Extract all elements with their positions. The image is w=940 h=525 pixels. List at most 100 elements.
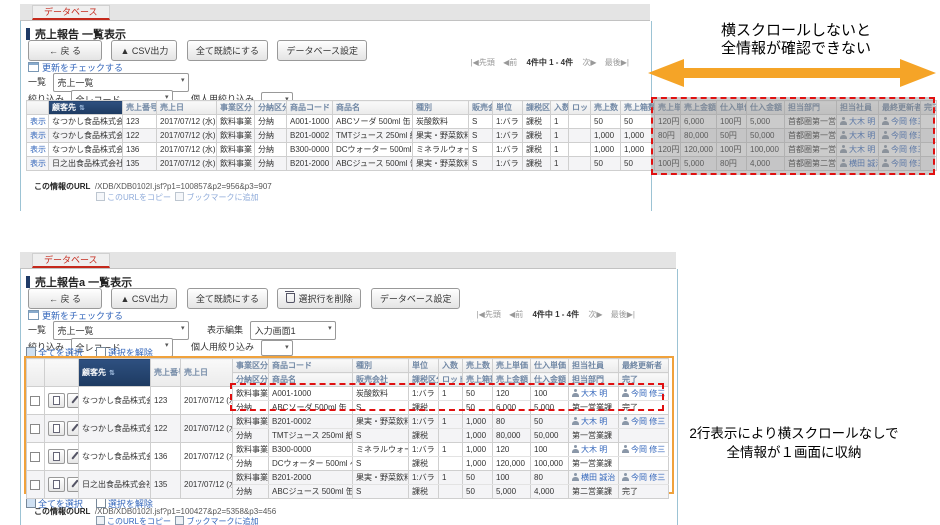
back-button[interactable]: ← 戻 る <box>28 40 102 61</box>
column-header: 入数 <box>551 101 569 115</box>
table-cell: 1 <box>551 115 569 129</box>
table-cell: ABCソーダ 500ml 缶 <box>333 115 413 129</box>
select-cell <box>27 415 45 443</box>
table-cell: S <box>353 401 409 415</box>
url-label-bottom: この情報のURL <box>34 507 90 516</box>
column-header: 担当社員 <box>569 359 619 373</box>
row-checkbox[interactable] <box>30 396 40 406</box>
person-icon <box>572 389 579 397</box>
back-arrow-icon-bottom: ← <box>49 294 58 304</box>
back-button-bottom[interactable]: ← 戻 る <box>28 288 102 309</box>
first-page-button[interactable]: |◀先頭 <box>471 58 495 67</box>
view-record-button[interactable] <box>48 421 65 436</box>
actions-column-header <box>45 359 79 387</box>
record-url-bottom: /XDB/XDB0102I.jsf?p1=100427&p2=5358&p3=4… <box>95 507 276 516</box>
column-header: 種別 <box>413 101 469 115</box>
column-header: 売上数 <box>591 101 621 115</box>
next-page-icon: ▶ <box>590 58 596 67</box>
table-cell: 2017/07/12 (水) <box>181 471 233 499</box>
check-updates-link-bottom[interactable]: 更新をチェックする <box>42 311 123 321</box>
next-page-button-bottom[interactable]: 次▶ <box>588 310 602 319</box>
table-cell <box>439 401 463 415</box>
bookmark-link-bottom[interactable]: ブックマークに追加 <box>186 517 258 525</box>
bookmark-link[interactable]: ブックマークに追加 <box>186 193 258 202</box>
view-cell: 表示 <box>27 115 49 129</box>
table-cell: 1 <box>439 471 463 485</box>
table-cell: 123 <box>151 387 181 415</box>
column-header: 単位 <box>409 359 439 373</box>
table-cell: 6,000 <box>493 401 531 415</box>
prev-page-button[interactable]: ◀前 <box>503 58 517 67</box>
user-link[interactable]: 大木 明 <box>581 445 607 454</box>
csv-export-button[interactable]: ▲ CSV出力 <box>111 40 177 61</box>
mark-all-read-button[interactable]: 全て既読にする <box>187 40 268 61</box>
row-checkbox[interactable] <box>30 452 40 462</box>
column-header[interactable]: 顧客先⇅ <box>49 101 123 115</box>
table-cell: 今岡 修三 <box>619 387 669 401</box>
column-header: 商品名 <box>333 101 413 115</box>
table-cell: 分納 <box>255 157 287 171</box>
edit-record-button[interactable] <box>67 393 79 408</box>
view-record-button[interactable] <box>48 449 65 464</box>
table-cell: 50,000 <box>531 429 569 443</box>
user-link[interactable]: 横田 誠治 <box>581 473 615 482</box>
user-link[interactable]: 大木 明 <box>581 389 607 398</box>
csv-export-button-bottom[interactable]: ▲ CSV出力 <box>111 288 177 309</box>
mark-all-read-button-bottom[interactable]: 全て既読にする <box>187 288 268 309</box>
next-page-button[interactable]: 次▶ <box>582 58 596 67</box>
table-cell: DCウォーター 500ml ペット <box>269 457 353 471</box>
row-checkbox[interactable] <box>30 480 40 490</box>
table-cell <box>439 457 463 471</box>
table-cell: 1:バラ <box>409 471 439 485</box>
edit-record-button[interactable] <box>67 449 79 464</box>
select-cell <box>27 387 45 415</box>
user-link[interactable]: 大木 明 <box>581 417 607 426</box>
last-page-button-bottom[interactable]: 最後▶| <box>611 310 635 319</box>
tab-database-bottom[interactable]: データベース <box>32 253 110 268</box>
delete-selected-rows-button[interactable]: 選択行を削除 <box>277 288 361 309</box>
record-line-1: なつかし食品株式会社1222017/07/12 (水)飲料事業B201-0002… <box>27 415 669 429</box>
table-cell: 第一営業課 <box>569 457 619 471</box>
view-link[interactable]: 表示 <box>30 159 46 168</box>
column-header: 売上金額 <box>493 373 531 387</box>
prev-page-button-bottom[interactable]: ◀前 <box>509 310 523 319</box>
table-cell: 完了 <box>619 401 669 415</box>
toolbar-bottom: ← 戻 る ▲ CSV出力 全て既読にする 選択行を削除 データベース設定 <box>28 288 465 309</box>
column-header: 商品コード <box>287 101 333 115</box>
view-record-button[interactable] <box>48 393 65 408</box>
database-settings-button[interactable]: データベース設定 <box>277 40 367 61</box>
personal-filter-select-bottom[interactable] <box>261 340 293 356</box>
title-marker-bottom <box>26 276 30 288</box>
row-checkbox[interactable] <box>30 424 40 434</box>
table-cell: 完了 <box>619 485 669 499</box>
view-record-button[interactable] <box>48 477 65 492</box>
column-header[interactable]: 顧客先⇅ <box>79 359 151 387</box>
user-link[interactable]: 今岡 修三 <box>631 473 665 482</box>
table-cell: 分納 <box>233 485 269 499</box>
table-cell: 飲料事業 <box>217 115 255 129</box>
column-header: 販売会社 <box>469 101 493 115</box>
copy-icon <box>96 192 105 201</box>
last-page-button[interactable]: 最後▶| <box>605 58 629 67</box>
column-header: 売上単価 <box>493 359 531 373</box>
table-cell: S <box>469 157 493 171</box>
view-link[interactable]: 表示 <box>30 117 46 126</box>
edit-record-button[interactable] <box>67 477 79 492</box>
copy-url-link-bottom[interactable]: このURLをコピー <box>107 517 171 525</box>
user-link[interactable]: 今岡 修三 <box>631 389 665 398</box>
document-icon <box>53 480 60 489</box>
actions-cell <box>45 443 79 471</box>
table-cell: 課税 <box>409 485 439 499</box>
view-link[interactable]: 表示 <box>30 131 46 140</box>
check-updates-link[interactable]: 更新をチェックする <box>42 63 123 73</box>
column-header: 販売会社 <box>353 373 409 387</box>
column-header: 仕入単価 <box>531 359 569 373</box>
first-page-button-bottom[interactable]: |◀先頭 <box>477 310 501 319</box>
tab-database[interactable]: データベース <box>32 5 110 20</box>
copy-url-link[interactable]: このURLをコピー <box>107 193 171 202</box>
edit-record-button[interactable] <box>67 421 79 436</box>
table-cell: 飲料事業 <box>233 387 269 401</box>
database-settings-button-bottom[interactable]: データベース設定 <box>371 288 461 309</box>
table-cell: 日之出食品株式会社 <box>49 157 123 171</box>
view-link[interactable]: 表示 <box>30 145 46 154</box>
